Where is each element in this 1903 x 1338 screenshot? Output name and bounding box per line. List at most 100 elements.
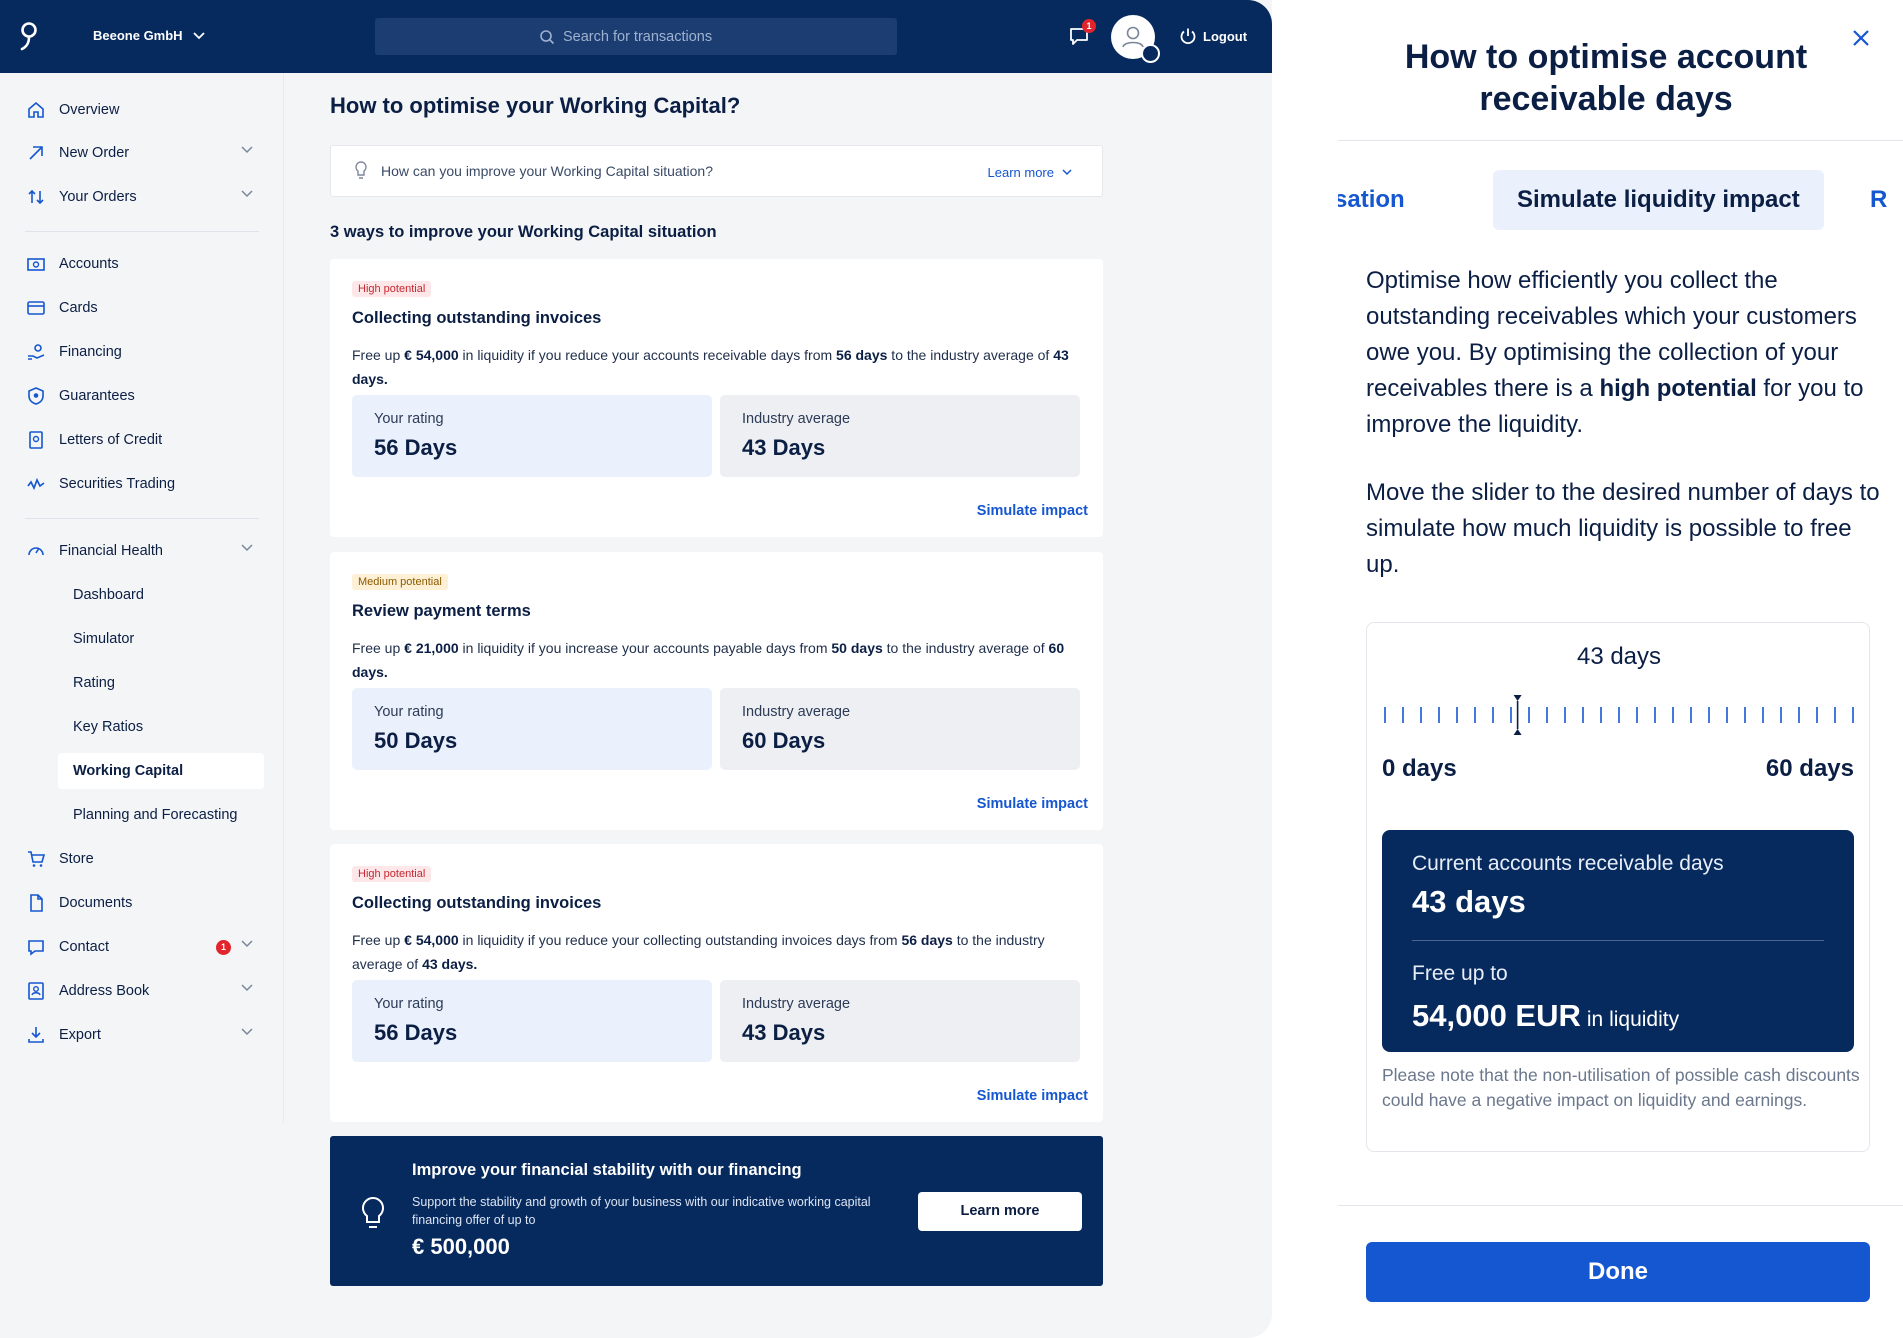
search-input[interactable] — [563, 28, 733, 45]
lightbulb-icon — [355, 161, 367, 179]
tab-optimisation[interactable]: sation — [1338, 170, 1405, 230]
stat-label: Industry average — [742, 704, 851, 720]
sidebar-item-address-book[interactable]: Address Book — [25, 978, 265, 1004]
sidebar-item-contact[interactable]: Contact 1 — [25, 934, 265, 960]
company-switcher[interactable]: Beeone GmbH — [93, 28, 205, 43]
account-icon — [25, 253, 47, 275]
top-bar: Beeone GmbH 1 Logout — [0, 0, 1272, 73]
banner-description: Support the stability and growth of your… — [412, 1195, 871, 1227]
contact-badge: 1 — [216, 940, 231, 955]
slider-thumb[interactable] — [1513, 695, 1522, 735]
simulate-impact-link[interactable]: Simulate impact — [977, 1088, 1088, 1104]
stat-value: 50 Days — [374, 728, 458, 753]
sidebar-sub-simulator[interactable]: Simulator — [58, 621, 264, 657]
chevron-down-icon — [241, 940, 253, 948]
slider-value: 43 days — [1576, 643, 1662, 670]
result-summary: Current accounts receivable days 43 days… — [1382, 830, 1854, 1052]
sidebar-sub-planning-forecasting[interactable]: Planning and Forecasting — [58, 797, 264, 833]
sidebar-item-documents[interactable]: Documents — [25, 890, 265, 916]
search-icon — [540, 29, 555, 44]
days-slider[interactable] — [1383, 693, 1855, 737]
close-icon[interactable] — [1849, 26, 1873, 50]
stat-value: 56 Days — [374, 435, 458, 460]
arrow-up-right-icon — [25, 142, 47, 164]
sidebar-item-label: Store — [59, 851, 94, 867]
panel-divider — [1338, 1205, 1903, 1206]
panel-intro: Optimise how efficiently you collect the… — [1366, 267, 1864, 438]
sidebar-item-label: Overview — [59, 102, 120, 118]
stat-label: Industry average — [742, 411, 851, 427]
sidebar-item-accounts[interactable]: Accounts — [25, 251, 265, 277]
hint-text: How can you improve your Working Capital… — [381, 163, 714, 179]
avatar[interactable] — [1111, 15, 1160, 63]
sidebar-item-label: New Order — [59, 145, 130, 161]
card-description: Free up € 54,000 in liquidity if you red… — [352, 347, 1069, 387]
tab-next[interactable]: R — [1870, 170, 1887, 230]
sidebar-sub-working-capital[interactable]: Working Capital — [58, 753, 264, 789]
sidebar-item-overview[interactable]: Overview — [25, 97, 265, 123]
slider-box: 43 days 0 days 60 days Current accounts … — [1366, 622, 1870, 1152]
panel-title: How to optimise account receivable days — [1404, 38, 1808, 118]
home-icon — [25, 99, 47, 121]
sidebar-item-export[interactable]: Export — [25, 1022, 265, 1048]
chevron-down-icon — [1062, 169, 1072, 176]
chevron-down-icon — [241, 190, 253, 198]
hint-bar: How can you improve your Working Capital… — [330, 145, 1103, 197]
sidebar-item-label: Documents — [59, 895, 133, 911]
page-title: How to optimise your Working Capital? — [330, 93, 741, 118]
stat-label: Industry average — [742, 996, 851, 1012]
shield-icon — [25, 385, 47, 407]
brand-logo-icon[interactable] — [18, 20, 40, 52]
your-rating-box: Your rating 50 Days — [352, 688, 712, 770]
app-window: Beeone GmbH 1 Logout Overview New Order — [0, 0, 1272, 1338]
learn-more-button[interactable]: Learn more — [918, 1192, 1082, 1231]
chevron-down-icon — [241, 1028, 253, 1036]
sidebar-sub-rating[interactable]: Rating — [58, 665, 264, 701]
card-icon — [25, 297, 47, 319]
done-button[interactable]: Done — [1366, 1242, 1870, 1302]
learn-more-toggle[interactable]: Learn more — [988, 165, 1072, 180]
logout-label: Logout — [1203, 28, 1248, 44]
card-title: Collecting outstanding invoices — [352, 894, 602, 912]
simulate-impact-link[interactable]: Simulate impact — [977, 503, 1088, 519]
sidebar-sub-key-ratios[interactable]: Key Ratios — [58, 709, 264, 745]
potential-badge: High potential — [352, 281, 432, 297]
result-value: 43 days — [1412, 884, 1526, 919]
simulate-impact-link[interactable]: Simulate impact — [977, 796, 1088, 812]
stat-label: Your rating — [374, 996, 444, 1012]
chevron-down-icon — [192, 31, 205, 39]
sidebar-item-financial-health[interactable]: Financial Health — [25, 538, 265, 564]
sidebar-item-your-orders[interactable]: Your Orders — [25, 184, 265, 210]
sidebar-item-guarantees[interactable]: Guarantees — [25, 383, 265, 409]
panel-tabs: sation Simulate liquidity impact R — [1338, 170, 1903, 230]
panel-divider — [1338, 140, 1903, 141]
sidebar-item-financing[interactable]: Financing — [25, 339, 265, 365]
logout-button[interactable]: Logout — [1179, 27, 1247, 45]
sidebar-item-letters-of-credit[interactable]: Letters of Credit — [25, 427, 265, 453]
sidebar-sub-dashboard[interactable]: Dashboard — [58, 577, 264, 613]
sidebar-item-label: Letters of Credit — [59, 432, 163, 448]
sidebar-item-cards[interactable]: Cards — [25, 295, 265, 321]
free-up-label: Free up to — [1412, 962, 1508, 985]
power-icon — [1180, 28, 1196, 45]
sidebar-item-label: Financing — [59, 344, 122, 360]
sidebar-item-store[interactable]: Store — [25, 846, 265, 872]
industry-average-box: Industry average 43 Days — [720, 980, 1080, 1062]
stat-label: Your rating — [374, 704, 444, 720]
panel-instructions: Move the slider to the desired number of… — [1366, 479, 1880, 578]
banner-amount: € 500,000 — [412, 1234, 510, 1259]
search-bar[interactable] — [375, 18, 897, 55]
sidebar: Overview New Order Your Orders Accounts … — [0, 73, 284, 1123]
card-title: Collecting outstanding invoices — [352, 309, 602, 327]
free-up-amount: 54,000 EUR in liquidity — [1412, 998, 1680, 1033]
download-icon — [25, 1024, 47, 1046]
sidebar-item-new-order[interactable]: New Order — [25, 140, 265, 166]
cart-icon — [25, 848, 47, 870]
sidebar-divider — [25, 518, 259, 519]
tab-simulate-liquidity[interactable]: Simulate liquidity impact — [1493, 170, 1824, 230]
sidebar-item-securities-trading[interactable]: Securities Trading — [25, 471, 265, 497]
chevron-down-icon — [241, 146, 253, 154]
stat-label: Your rating — [374, 411, 444, 427]
improvement-card: Medium potential Review payment terms Fr… — [330, 552, 1103, 830]
notifications-button[interactable]: 1 — [1067, 19, 1096, 50]
